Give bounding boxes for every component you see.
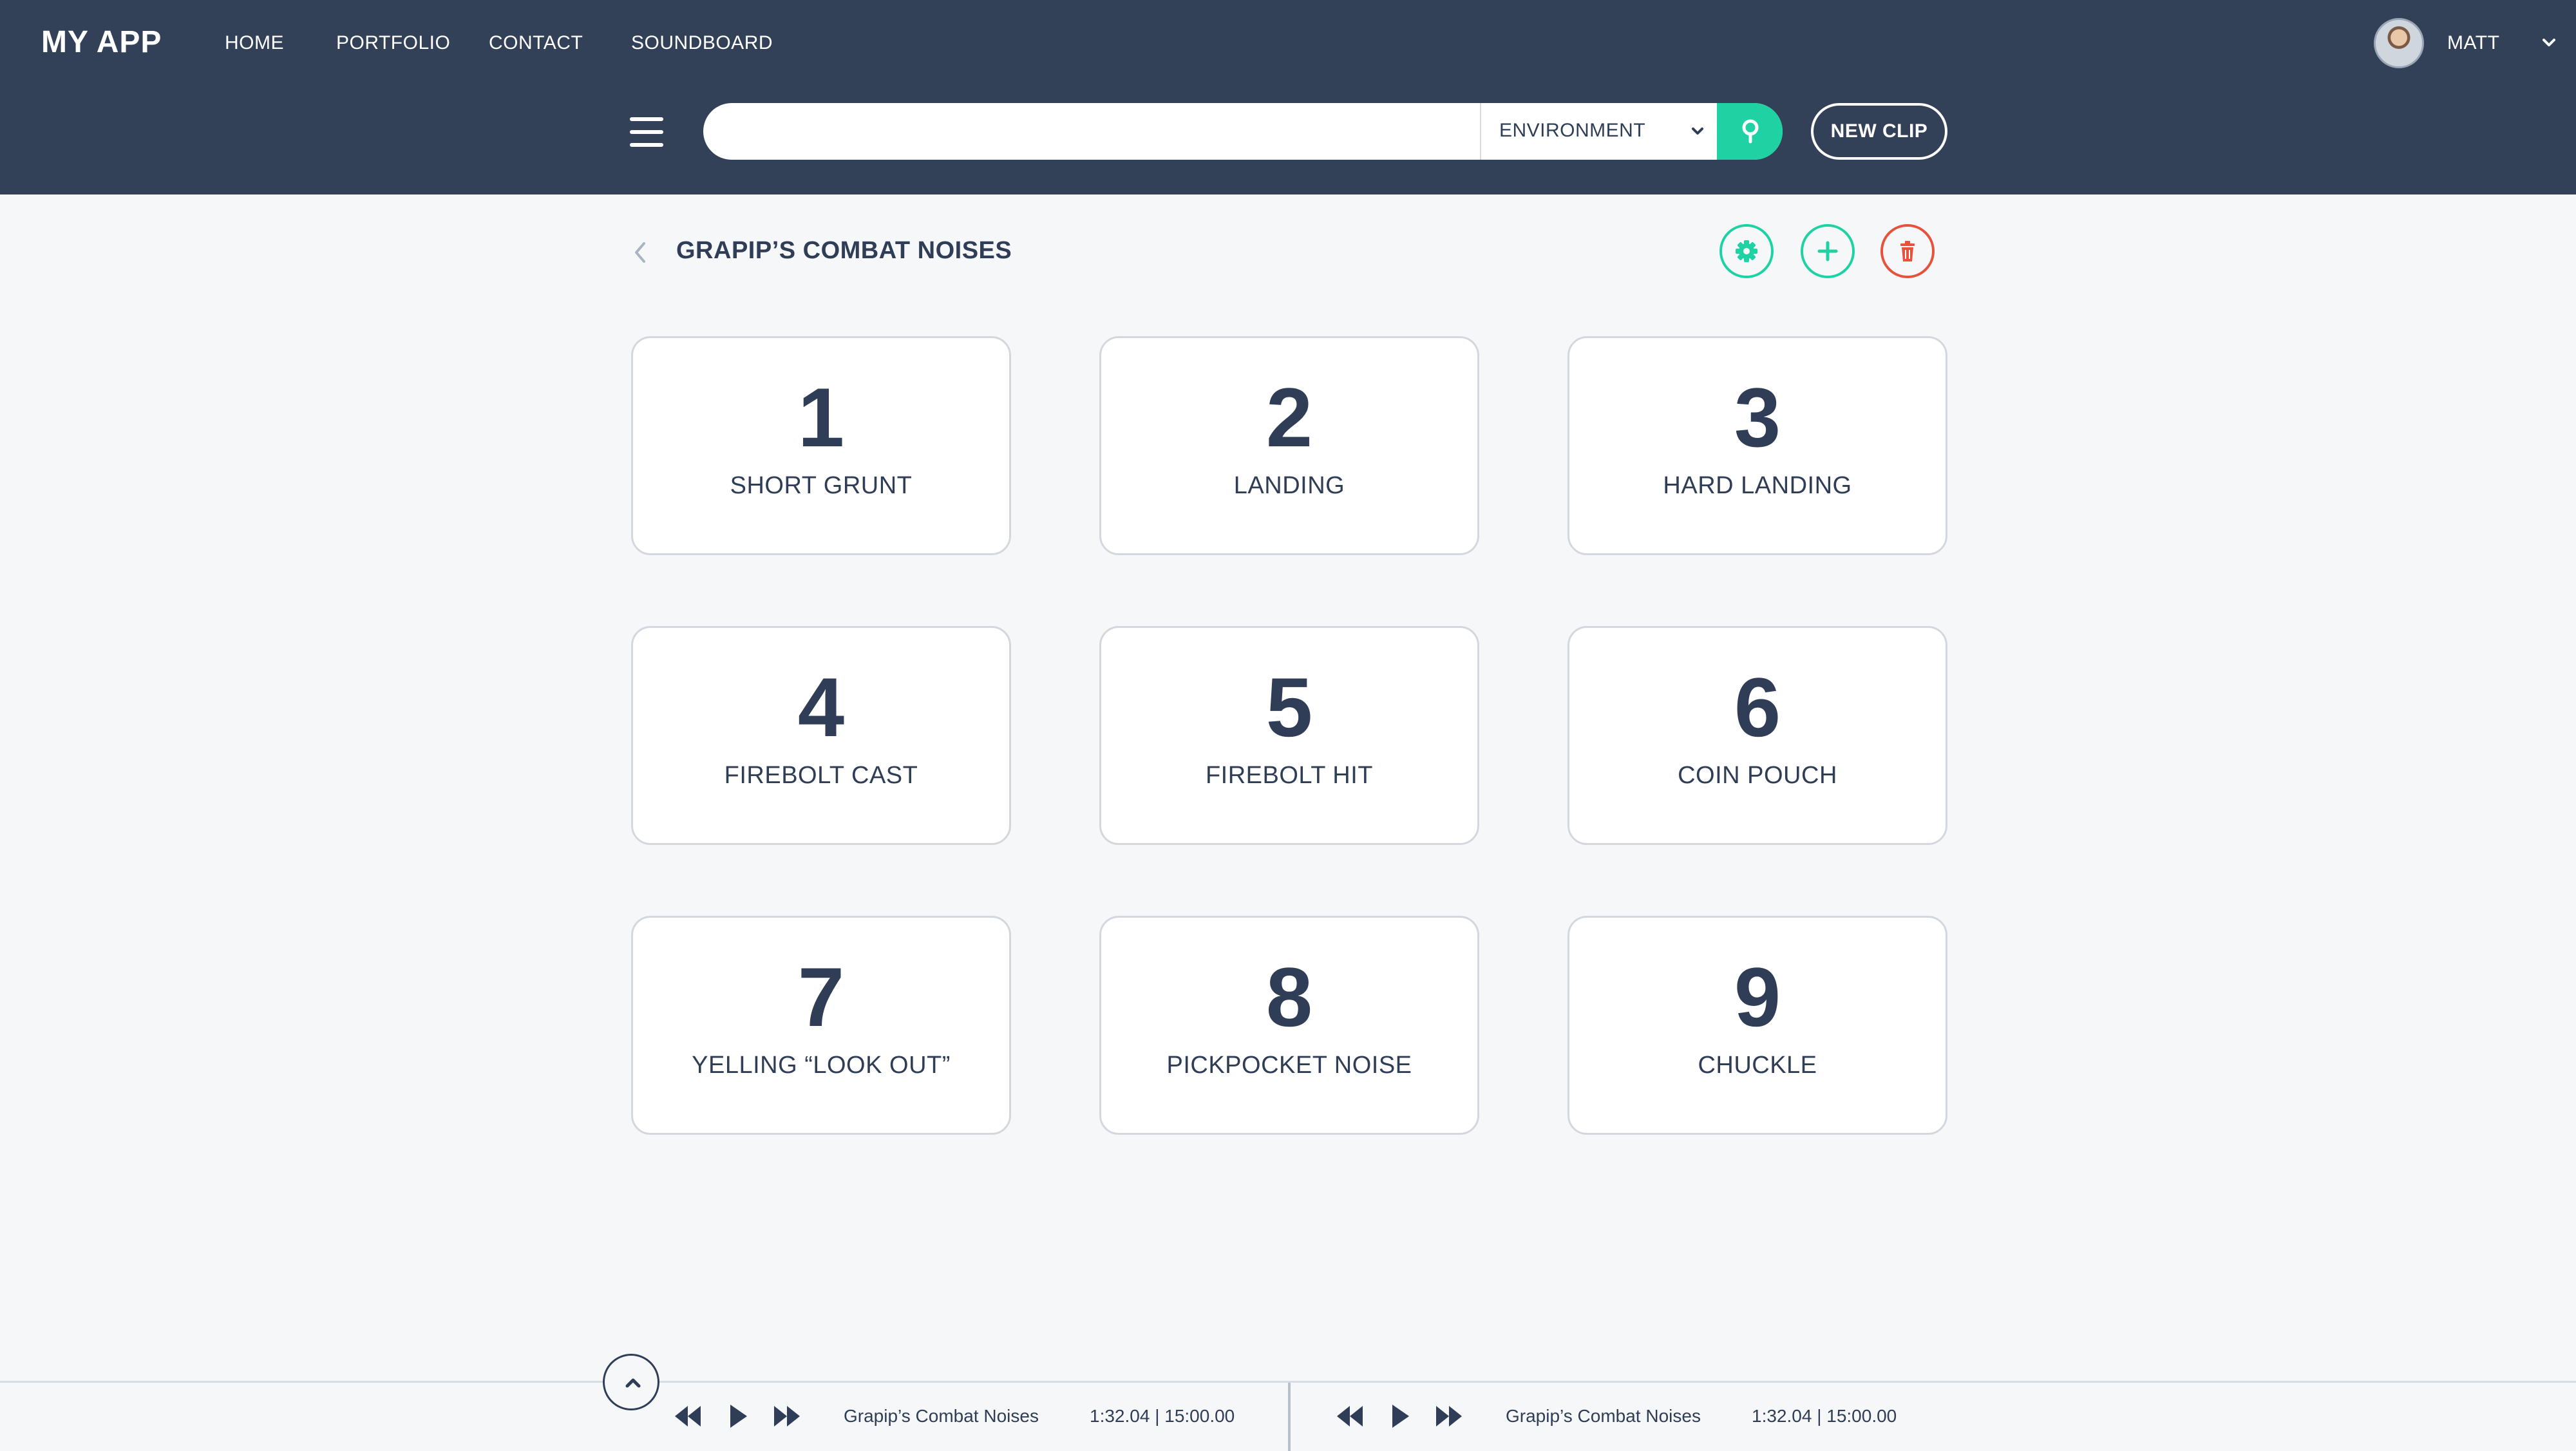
gear-icon (1736, 240, 1757, 262)
sound-tile-9[interactable]: 9 CHUCKLE (1567, 916, 1947, 1135)
tile-number: 8 (1265, 950, 1313, 1044)
tile-number: 7 (797, 950, 845, 1044)
tile-number: 3 (1734, 370, 1781, 464)
track-name: Grapip’s Combat Noises (1506, 1406, 1701, 1426)
tile-number: 5 (1265, 660, 1313, 754)
search-input[interactable] (703, 103, 1480, 160)
nav-link-contact[interactable]: CONTACT (489, 32, 583, 54)
nav-link-soundboard[interactable]: SOUNDBOARD (631, 32, 773, 54)
sound-tile-8[interactable]: 8 PICKPOCKET NOISE (1099, 916, 1479, 1135)
search-button[interactable] (1717, 103, 1783, 160)
rewind-icon[interactable] (1334, 1402, 1365, 1430)
tile-number: 2 (1265, 370, 1313, 464)
delete-board-button[interactable] (1880, 224, 1935, 278)
chevron-down-icon (1692, 128, 1703, 135)
user-menu[interactable]: MATT (2374, 18, 2555, 68)
category-select-value: ENVIRONMENT (1499, 120, 1646, 141)
tile-label: HARD LANDING (1663, 472, 1852, 499)
collapse-player-button[interactable] (603, 1354, 659, 1410)
tile-label: FIREBOLT CAST (724, 762, 918, 789)
new-clip-button[interactable]: NEW CLIP (1811, 103, 1947, 160)
rewind-icon[interactable] (672, 1402, 703, 1430)
category-select[interactable]: ENVIRONMENT (1480, 103, 1719, 160)
settings-button[interactable] (1719, 224, 1774, 278)
track-name: Grapip’s Combat Noises (844, 1406, 1039, 1426)
page-title: GRAPIP’S COMBAT NOISES (676, 237, 1012, 264)
trash-icon (1900, 241, 1915, 261)
nav-link-home[interactable]: HOME (225, 32, 284, 54)
sound-tile-2[interactable]: 2 LANDING (1099, 336, 1479, 555)
sound-tile-1[interactable]: 1 SHORT GRUNT (631, 336, 1011, 555)
search-bar: ENVIRONMENT (703, 103, 1783, 160)
player-divider (1288, 1383, 1291, 1451)
sound-tile-5[interactable]: 5 FIREBOLT HIT (1099, 626, 1479, 845)
chevron-down-icon[interactable] (2536, 30, 2562, 55)
fast-forward-icon[interactable] (772, 1402, 802, 1430)
tile-label: COIN POUCH (1678, 762, 1837, 789)
tile-label: YELLING “LOOK OUT” (692, 1052, 951, 1079)
chevron-left-icon[interactable] (630, 240, 650, 265)
player-bar: Grapip’s Combat Noises 1:32.04 | 15:00.0… (0, 1381, 2576, 1451)
plus-icon (1817, 241, 1838, 261)
sound-tile-6[interactable]: 6 COIN POUCH (1567, 626, 1947, 845)
track-time: 1:32.04 | 15:00.00 (1752, 1406, 1897, 1426)
play-icon[interactable] (726, 1402, 750, 1430)
user-name[interactable]: MATT (2447, 32, 2499, 54)
sound-tile-3[interactable]: 3 HARD LANDING (1567, 336, 1947, 555)
tile-label: SHORT GRUNT (730, 472, 913, 499)
avatar[interactable] (2374, 18, 2424, 68)
sound-tile-4[interactable]: 4 FIREBOLT CAST (631, 626, 1011, 845)
app-logo[interactable]: MY APP (41, 24, 162, 60)
add-clip-button[interactable] (1801, 224, 1855, 278)
tile-label: CHUCKLE (1698, 1052, 1817, 1079)
nav-link-portfolio[interactable]: PORTFOLIO (336, 32, 450, 54)
top-header: MY APP HOME PORTFOLIO CONTACT SOUNDBOARD… (0, 0, 2576, 194)
tile-number: 1 (797, 370, 845, 464)
chevron-up-icon (625, 1378, 641, 1388)
play-icon[interactable] (1388, 1402, 1412, 1430)
tile-label: LANDING (1233, 472, 1345, 499)
tile-label: FIREBOLT HIT (1205, 762, 1374, 789)
search-icon (1742, 119, 1759, 144)
track-time: 1:32.04 | 15:00.00 (1090, 1406, 1235, 1426)
tile-number: 4 (797, 660, 845, 754)
tile-number: 6 (1734, 660, 1781, 754)
fast-forward-icon[interactable] (1434, 1402, 1464, 1430)
tile-label: PICKPOCKET NOISE (1166, 1052, 1412, 1079)
sound-tile-7[interactable]: 7 YELLING “LOOK OUT” (631, 916, 1011, 1135)
hamburger-menu-icon[interactable] (630, 117, 663, 147)
tile-number: 9 (1734, 950, 1781, 1044)
